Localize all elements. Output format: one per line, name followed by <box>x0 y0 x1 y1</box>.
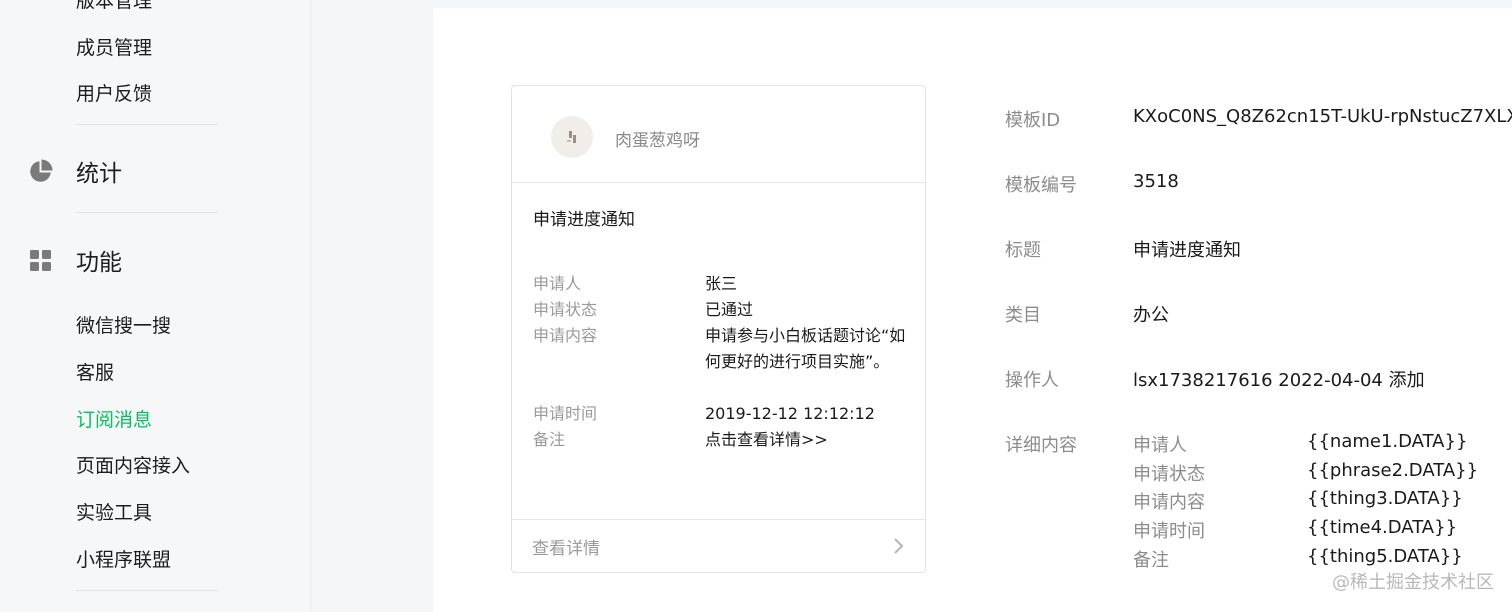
sidebar-item-wechat-search[interactable]: 微信搜一搜 <box>76 311 171 338</box>
detail-key: 申请内容 <box>1133 492 1205 513</box>
detail-value: {{thing3.DATA}} <box>1307 488 1463 509</box>
card-row-key: 备注 <box>533 430 566 449</box>
sidebar-divider <box>76 212 219 213</box>
detail-content-label: 详细内容 <box>1005 435 1077 456</box>
sidebar-item-subscription-messages[interactable]: 订阅消息 <box>76 405 152 432</box>
sidebar-item-customer-service[interactable]: 客服 <box>76 358 114 385</box>
card-row-value[interactable]: 点击查看详情>> <box>705 427 920 453</box>
template-id-label: 模板ID <box>1005 110 1061 131</box>
detail-value: {{name1.DATA}} <box>1307 431 1468 452</box>
card-row-key: 申请时间 <box>533 404 598 423</box>
operator-value: lsx1738217616 2022-04-04 添加 <box>1133 370 1425 391</box>
card-row-key: 申请人 <box>533 274 582 293</box>
category-value: 办公 <box>1133 305 1169 326</box>
card-row-key: 申请状态 <box>533 300 598 319</box>
sidebar-item-miniprogram-alliance[interactable]: 小程序联盟 <box>76 545 171 572</box>
sidebar-item-user-feedback[interactable]: 用户反馈 <box>76 79 152 106</box>
template-number-value: 3518 <box>1133 171 1179 192</box>
operator-label: 操作人 <box>1005 370 1059 391</box>
watermark: @稀土掘金技术社区 <box>1332 572 1494 593</box>
message-preview-card: 肉蛋葱鸡呀 申请进度通知 申请人 张三 申请状态 已通过 申请内容 申请参与小白… <box>511 85 926 573</box>
chevron-right-icon <box>894 538 904 554</box>
card-header: 肉蛋葱鸡呀 <box>512 86 925 183</box>
view-details-label: 查看详情 <box>532 539 600 559</box>
template-id-value: KXoC0NS_Q8Z62cn15T-UkU-rpNstucZ7XLX0 <box>1133 106 1512 127</box>
message-title: 申请进度通知 <box>533 210 635 230</box>
detail-value: {{thing5.DATA}} <box>1307 546 1463 567</box>
sidebar-item-member-management[interactable]: 成员管理 <box>76 33 152 60</box>
account-name: 肉蛋葱鸡呀 <box>615 131 700 151</box>
avatar <box>551 116 593 158</box>
sidebar-section-features[interactable]: 功能 <box>28 243 122 277</box>
detail-key: 申请时间 <box>1133 521 1205 542</box>
template-title-label: 标题 <box>1005 240 1041 261</box>
card-row-key: 申请内容 <box>533 326 598 345</box>
card-row-value: 2019-12-12 12:12:12 <box>705 404 875 423</box>
pie-chart-icon <box>30 159 53 182</box>
view-details-link[interactable]: 查看详情 <box>512 519 925 572</box>
card-row-value: 申请参与小白板话题讨论“如何更好的进行项目实施”。 <box>705 326 906 371</box>
detail-value: {{phrase2.DATA}} <box>1307 460 1479 481</box>
sidebar: 版本管理 成员管理 用户反馈 统计 功能 微信搜一搜 客服 订阅消息 页面内容接… <box>0 0 311 612</box>
category-label: 类目 <box>1005 305 1041 326</box>
detail-key: 备注 <box>1133 550 1169 571</box>
sidebar-section-statistics[interactable]: 统计 <box>28 154 122 188</box>
card-row-value: 已通过 <box>705 300 754 319</box>
sidebar-section-label: 统计 <box>76 161 122 187</box>
sidebar-item-page-content-access[interactable]: 页面内容接入 <box>76 451 190 478</box>
template-title-value: 申请进度通知 <box>1133 240 1241 261</box>
detail-value: {{time4.DATA}} <box>1307 517 1458 538</box>
sidebar-item-version-management[interactable]: 版本管理 <box>76 0 152 13</box>
detail-key: 申请状态 <box>1133 464 1205 485</box>
sidebar-divider <box>76 124 219 125</box>
template-number-label: 模板编号 <box>1005 175 1077 196</box>
card-row-value: 张三 <box>705 274 738 293</box>
sidebar-divider <box>76 590 219 591</box>
detail-key: 申请人 <box>1133 435 1187 456</box>
sidebar-section-label: 功能 <box>76 250 122 276</box>
grid-icon <box>30 249 51 271</box>
sidebar-item-experiment-tools[interactable]: 实验工具 <box>76 498 152 525</box>
